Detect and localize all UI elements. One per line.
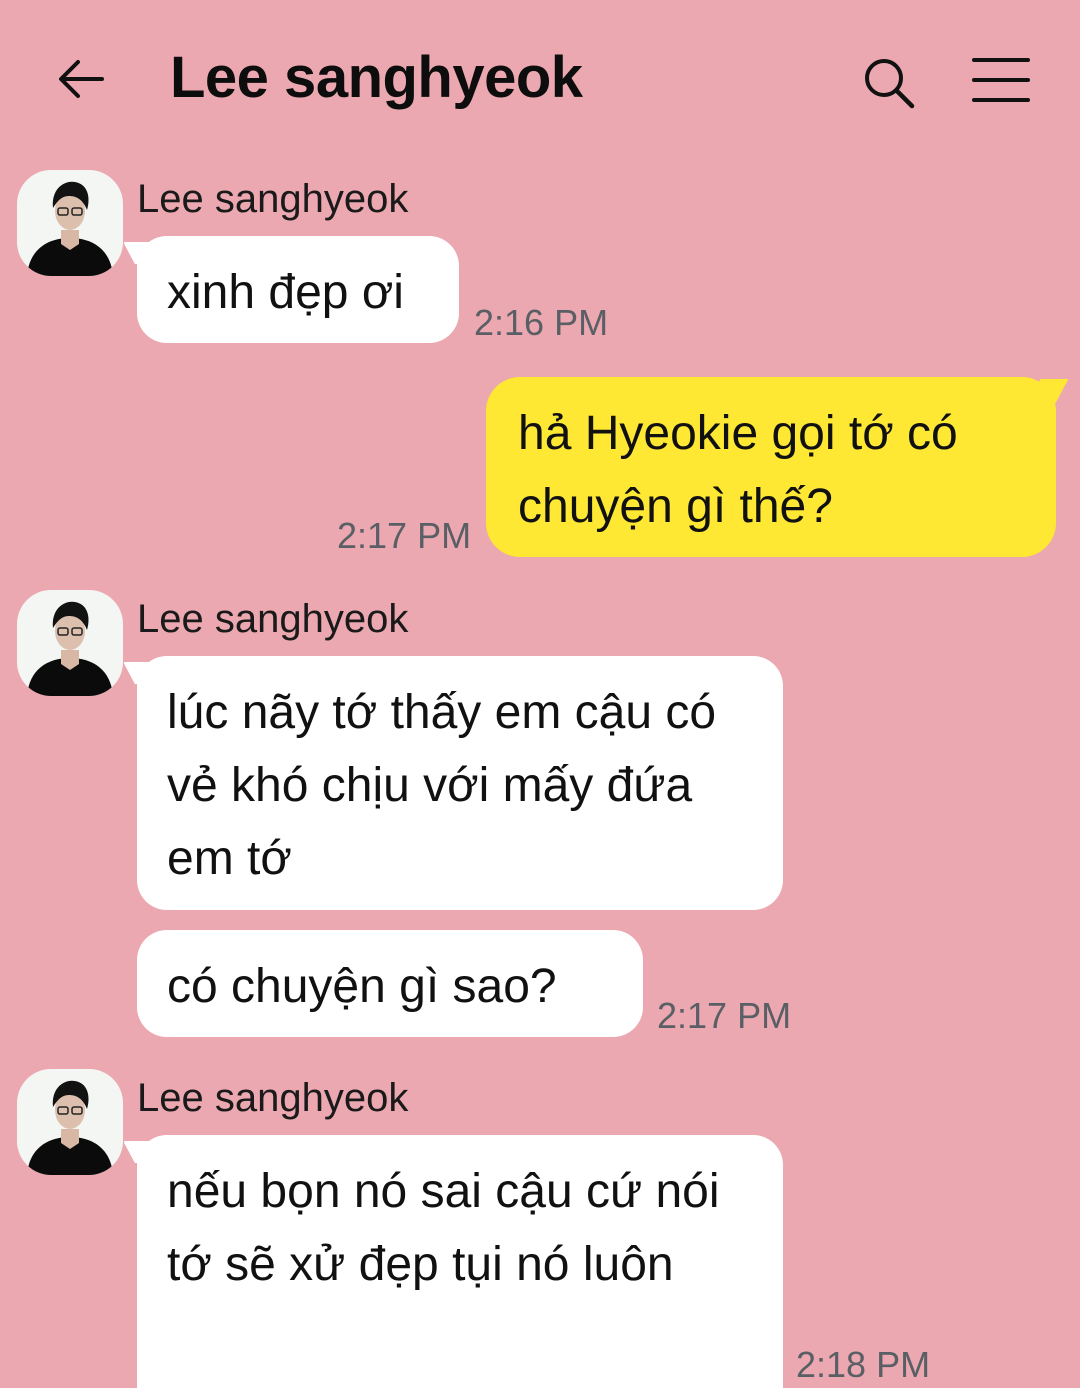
back-button[interactable]: [56, 54, 106, 104]
chat-title: Lee sanghyeok: [170, 45, 583, 110]
message-text: xinh đẹp ơi: [167, 266, 404, 319]
menu-button[interactable]: [972, 57, 1030, 103]
arrow-left-icon: [59, 60, 104, 98]
message-text: lúc nãy tớ thấy em cậu có vẻ khó chịu vớ…: [167, 686, 717, 885]
message-time: 2:17 PM: [657, 995, 792, 1036]
sender-name: Lee sanghyeok: [137, 177, 409, 221]
message-time: 2:18 PM: [796, 1344, 931, 1385]
search-button[interactable]: [862, 56, 916, 110]
avatar[interactable]: [17, 1069, 123, 1175]
message-bubble[interactable]: xinh đẹp ơi: [137, 236, 459, 343]
message-bubble[interactable]: lúc nãy tớ thấy em cậu có vẻ khó chịu vớ…: [137, 656, 783, 910]
message-bubble-outgoing[interactable]: hả Hyeokie gọi tớ có chuyện gì thế?: [486, 377, 1056, 557]
message-time: 2:16 PM: [474, 302, 609, 343]
message-text: nếu bọn nó sai cậu cứ nói tớ sẽ xử đẹp t…: [167, 1165, 720, 1291]
hamburger-menu-icon: [972, 58, 1030, 102]
profile-photo-icon: [27, 181, 113, 276]
message-text: có chuyện gì sao?: [167, 960, 557, 1013]
message-text: hả Hyeokie gọi tớ có chuyện gì thế?: [518, 407, 958, 533]
message-bubble[interactable]: nếu bọn nó sai cậu cứ nói tớ sẽ xử đẹp t…: [137, 1135, 783, 1388]
avatar[interactable]: [17, 170, 123, 276]
profile-photo-icon: [27, 601, 113, 696]
message-time: 2:17 PM: [337, 515, 472, 556]
sender-name: Lee sanghyeok: [137, 597, 409, 641]
sender-name: Lee sanghyeok: [137, 1076, 409, 1120]
message-bubble[interactable]: có chuyện gì sao?: [137, 930, 643, 1037]
avatar[interactable]: [17, 590, 123, 696]
search-icon: [865, 59, 915, 109]
profile-photo-icon: [27, 1080, 113, 1175]
